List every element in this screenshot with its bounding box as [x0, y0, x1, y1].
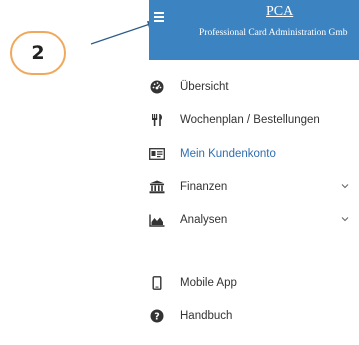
brand-abbreviation[interactable]: PCA: [266, 4, 293, 20]
nav-label: Handbuch: [180, 310, 233, 322]
nav-item-handbuch[interactable]: ? Handbuch: [149, 304, 359, 328]
hamburger-icon[interactable]: [154, 12, 166, 24]
dashboard-icon: [149, 79, 165, 95]
app-header: PCA Professional Card Administration Gmb: [149, 0, 359, 60]
nav-item-wochenplan[interactable]: Wochenplan / Bestellungen: [149, 108, 359, 132]
nav-item-mobile-app[interactable]: Mobile App: [149, 271, 359, 295]
chevron-down-icon[interactable]: [341, 182, 349, 190]
bank-icon: [149, 179, 165, 195]
brand-full-name: Professional Card Administration Gmb: [199, 28, 348, 38]
nav-item-finanzen[interactable]: Finanzen: [149, 175, 359, 199]
nav-label: Mein Kundenkonto: [180, 148, 276, 160]
step-number: 2: [31, 42, 45, 64]
cutlery-icon: [149, 112, 165, 128]
nav-label: Wochenplan / Bestellungen: [180, 114, 320, 126]
nav-label: Übersicht: [180, 81, 229, 93]
nav-item-mein-kundenkonto[interactable]: Mein Kundenkonto: [149, 142, 359, 166]
help-circle-icon: ?: [149, 308, 165, 324]
id-card-icon: [149, 146, 165, 162]
mobile-icon: [149, 275, 165, 291]
nav-item-uebersicht[interactable]: Übersicht: [149, 75, 359, 99]
nav-label: Mobile App: [180, 277, 237, 289]
area-chart-icon: [149, 212, 165, 228]
svg-text:?: ?: [154, 312, 160, 323]
step-callout: 2: [10, 31, 66, 75]
nav-label: Finanzen: [180, 181, 228, 193]
nav-label: Analysen: [180, 214, 228, 226]
nav-item-analysen[interactable]: Analysen: [149, 208, 359, 232]
chevron-down-icon[interactable]: [341, 215, 349, 223]
